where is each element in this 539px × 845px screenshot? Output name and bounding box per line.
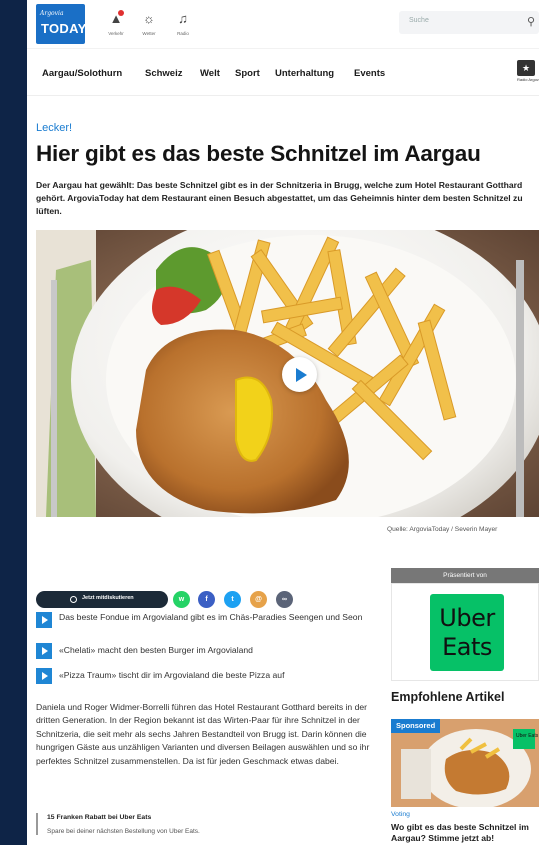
comment-icon [70, 596, 77, 603]
radio-icon: ♫ [178, 11, 188, 26]
radio-logo-label: Radio Argovia [517, 77, 539, 82]
page: Argovia TODAY ▲ Verkehr ☼ Wetter ♫ Radio… [27, 0, 539, 845]
traffic-button[interactable]: ▲ Verkehr [103, 10, 129, 36]
discuss-label: Jetzt mitdiskutieren [82, 595, 134, 601]
article-title: Hier gibt es das beste Schnitzel im Aarg… [36, 141, 481, 166]
nav-item-welt[interactable]: Welt [200, 68, 220, 79]
nav-item-events[interactable]: Events [354, 68, 385, 79]
radio-button[interactable]: ♫ Radio [170, 11, 196, 37]
image-caption: Quelle: ArgoviaToday / Severin Mayer [387, 526, 498, 533]
related-link-text[interactable]: «Pizza Traum» tischt dir im Argovialand … [59, 670, 379, 681]
radio-argovia-logo[interactable]: ★ Radio Argovia [517, 60, 539, 84]
traffic-label: Verkehr [108, 31, 124, 36]
logo-big-text: TODAY [41, 21, 87, 36]
article-body-paragraph: Daniela und Roger Widmer-Borrelli führen… [36, 702, 370, 766]
presented-by-label: Präsentiert von [391, 568, 539, 583]
notification-dot [118, 10, 124, 16]
recommended-headline[interactable]: Wo gibt es das beste Schnitzel im Aargau… [391, 822, 539, 844]
link-icon[interactable]: ∞ [276, 591, 293, 608]
messenger-icon[interactable]: f [198, 591, 215, 608]
promo-block[interactable]: 15 Franken Rabatt bei Uber Eats Spare be… [36, 813, 376, 835]
search-placeholder: Suche [409, 17, 429, 24]
nav-item-aargau-solothurn[interactable]: Aargau/Solothurn [42, 68, 122, 79]
sponsored-badge: Sponsored [391, 719, 441, 733]
whatsapp-icon[interactable]: w [173, 591, 190, 608]
uber-eats-logo-line1: Uber [439, 604, 495, 632]
logo-small-text: Argovia [40, 10, 64, 17]
promo-subtitle: Spare bei deiner nächsten Bestellung von… [47, 828, 200, 835]
radio-label: Radio [177, 31, 189, 36]
recommended-articles-heading: Empfohlene Artikel [391, 690, 505, 704]
site-logo[interactable]: Argovia TODAY [36, 4, 87, 44]
traffic-icon: ▲ [109, 11, 123, 26]
promo-title[interactable]: 15 Franken Rabatt bei Uber Eats [47, 814, 376, 821]
discuss-button[interactable]: Jetzt mitdiskutieren [36, 591, 168, 608]
hero-video[interactable] [36, 230, 539, 517]
twitter-icon[interactable]: t [224, 591, 241, 608]
uber-eats-logo-line2: Eats [442, 633, 492, 661]
article-lead: Der Aargau hat gewählt: Das beste Schnit… [36, 180, 523, 217]
top-bar: Argovia TODAY ▲ Verkehr ☼ Wetter ♫ Radio… [27, 0, 539, 48]
play-square-icon [36, 643, 52, 659]
sponsor-ad[interactable]: Uber Eats [391, 583, 539, 681]
play-button[interactable] [282, 357, 317, 392]
main-nav: Aargau/Solothurn Schweiz Welt Sport Unte… [27, 48, 539, 96]
related-link-text[interactable]: Das beste Fondue im Argovialand gibt es … [59, 612, 379, 623]
search-icon[interactable]: ⚲ [527, 15, 535, 28]
nav-item-sport[interactable]: Sport [235, 68, 260, 79]
nav-item-unterhaltung[interactable]: Unterhaltung [275, 68, 334, 79]
nav-item-schweiz[interactable]: Schweiz [145, 68, 183, 79]
article-kicker: Lecker! [36, 122, 73, 134]
star-icon: ★ [517, 60, 535, 76]
weather-label: Wetter [142, 31, 156, 36]
play-square-icon [36, 668, 52, 684]
search-input[interactable]: Suche ⚲ [399, 11, 539, 34]
play-square-icon [36, 612, 52, 628]
related-link-text[interactable]: «Chelati» macht den besten Burger im Arg… [59, 645, 379, 656]
thumbnail-logo-text: Uber Eats [516, 733, 539, 739]
weather-icon: ☼ [143, 11, 155, 26]
email-icon[interactable]: @ [250, 591, 267, 608]
weather-button[interactable]: ☼ Wetter [136, 11, 162, 37]
recommended-kicker: Voting [391, 811, 410, 818]
uber-eats-logo: Uber Eats [430, 594, 504, 671]
